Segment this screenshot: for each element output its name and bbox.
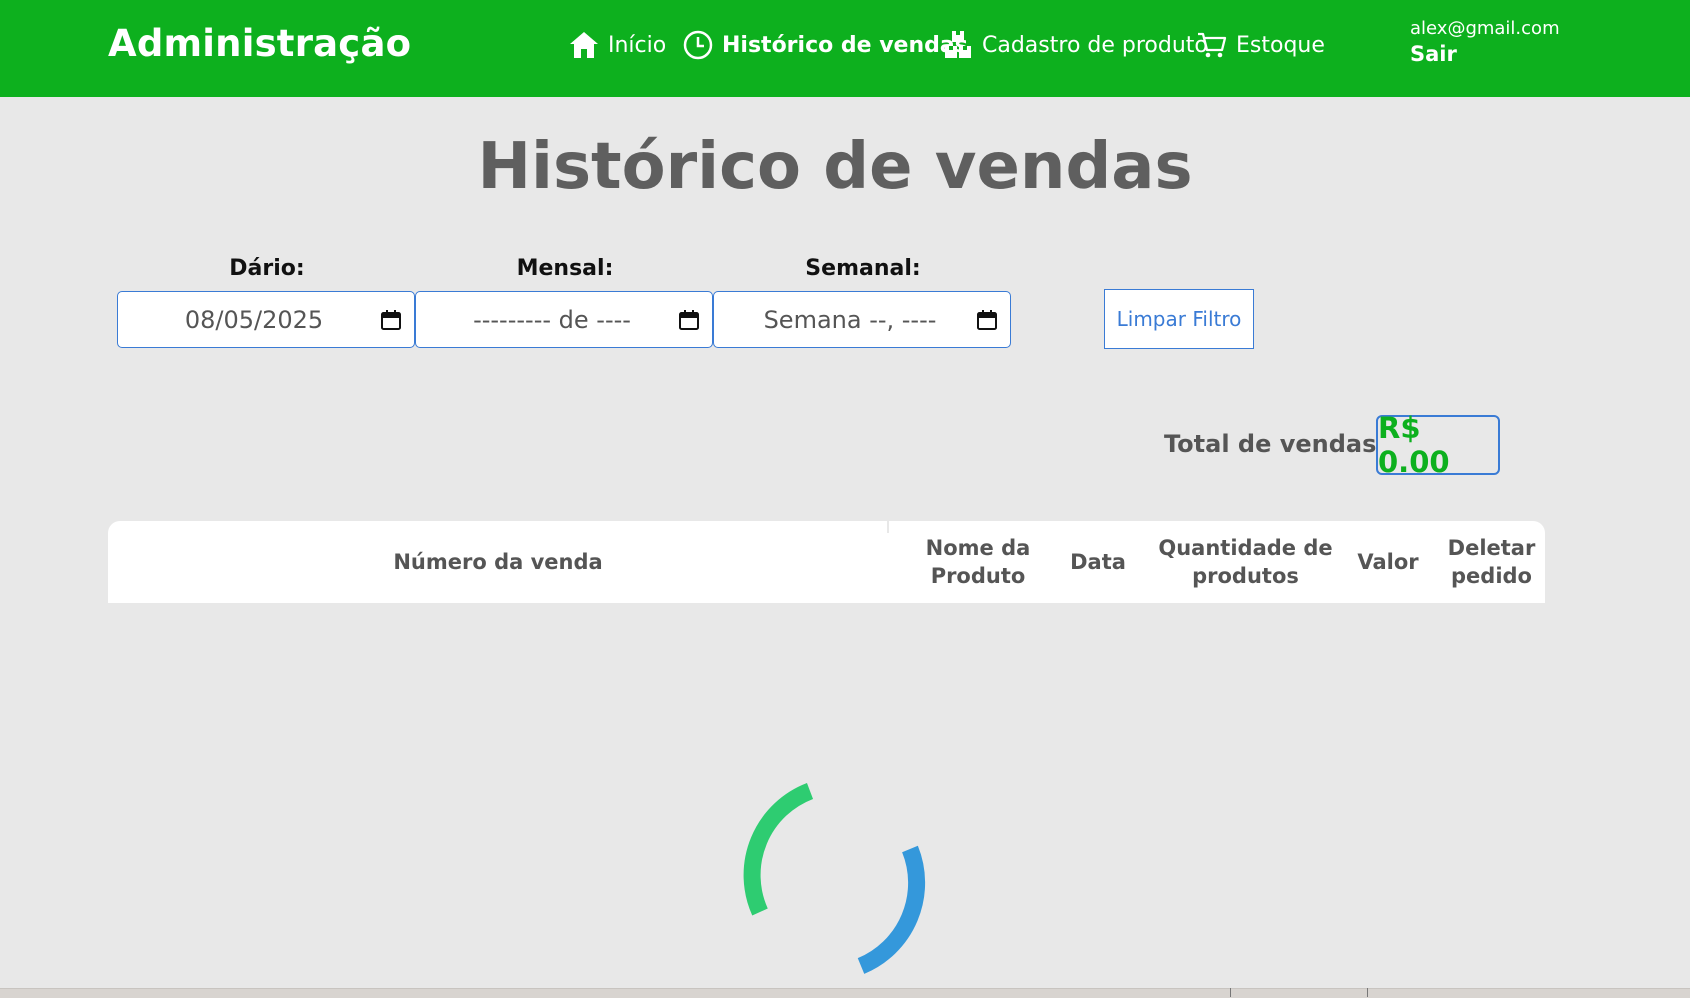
spinner-arc-blue <box>857 845 926 974</box>
nav-item-cadastro[interactable]: Cadastro de produto <box>942 27 1208 63</box>
column-header-quantidade: Quantidade de produtos <box>1158 536 1333 588</box>
daily-date-value: 08/05/2025 <box>184 305 324 334</box>
monthly-date-value: --------- de ---- <box>473 305 631 334</box>
monthly-date-input[interactable]: --------- de ---- <box>415 291 713 348</box>
column-header-deletar: Deletar pedido <box>1447 536 1536 588</box>
user-email: alex@gmail.com <box>1410 18 1560 39</box>
spinner-arc-green <box>743 783 814 916</box>
column-header-nome-produto: Nome da Produto <box>925 536 1031 588</box>
column-header-data: Data <box>1070 550 1126 574</box>
filter-monthly: Mensal: --------- de ---- <box>415 256 715 348</box>
top-navbar: Administração Início Histórico de vendas <box>0 0 1690 97</box>
page-title: Histórico de vendas <box>477 130 1193 204</box>
total-sales-label: Total de vendas: <box>1164 430 1386 458</box>
calendar-icon[interactable] <box>678 309 700 331</box>
user-box: alex@gmail.com Sair <box>1410 18 1560 66</box>
calendar-icon[interactable] <box>976 309 998 331</box>
column-header-valor: Valor <box>1357 550 1419 574</box>
filter-daily: Dário: 08/05/2025 <box>117 256 417 348</box>
filter-weekly-label: Semanal: <box>805 256 921 281</box>
nav-label-cadastro: Cadastro de produto <box>982 32 1208 58</box>
filter-monthly-label: Mensal: <box>516 256 614 281</box>
total-sales-value: R$ 0.00 <box>1376 411 1500 479</box>
logout-link[interactable]: Sair <box>1410 42 1560 66</box>
weekly-date-value: Semana --, ---- <box>763 305 937 334</box>
home-icon <box>568 29 600 61</box>
sales-table-header: Número da venda Nome da Produto Data Qua… <box>108 521 1545 603</box>
filter-weekly: Semanal: Semana --, ---- <box>713 256 1013 348</box>
calendar-icon[interactable] <box>380 309 402 331</box>
boxes-icon <box>942 29 974 61</box>
weekly-date-input[interactable]: Semana --, ---- <box>713 291 1011 348</box>
strip-divider <box>1367 988 1368 997</box>
daily-date-input[interactable]: 08/05/2025 <box>117 291 415 348</box>
loading-spinner <box>743 783 926 974</box>
nav-label-historico: Histórico de vendas <box>722 32 968 58</box>
clock-icon <box>682 29 714 61</box>
nav-item-inicio[interactable]: Início <box>568 27 666 63</box>
filter-daily-label: Dário: <box>229 256 305 281</box>
nav-item-estoque[interactable]: Estoque <box>1196 27 1325 63</box>
cart-icon <box>1196 29 1228 61</box>
column-header-numero-venda: Número da venda <box>393 550 603 574</box>
strip-divider <box>1230 988 1231 997</box>
nav-label-inicio: Início <box>608 32 667 58</box>
brand-title: Administração <box>108 22 412 65</box>
nav-label-estoque: Estoque <box>1236 32 1325 58</box>
nav-item-historico[interactable]: Histórico de vendas <box>682 27 968 63</box>
clear-filter-button[interactable]: Limpar Filtro <box>1104 289 1254 349</box>
